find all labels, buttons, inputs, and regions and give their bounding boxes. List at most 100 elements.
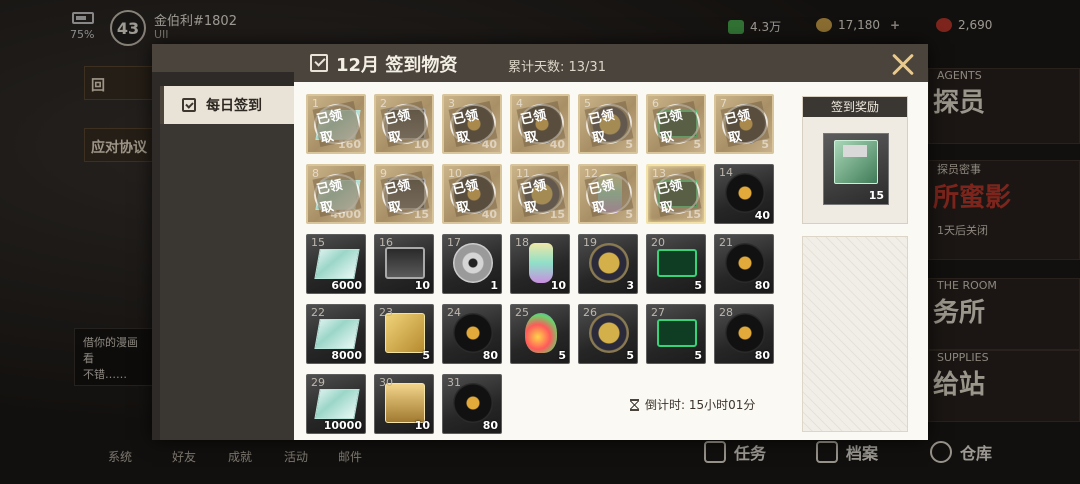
item-quantity: 10 [550,279,566,292]
day-number: 19 [583,236,597,249]
item-quantity: 80 [754,349,770,362]
day-cell[interactable]: 22 8000 [306,304,366,364]
item-quantity: 5 [693,138,701,151]
close-icon[interactable] [886,50,920,80]
item-quantity: 80 [482,349,498,362]
day-cell[interactable]: 4 40 已领取 [510,94,570,154]
reward-title: 签到奖励 [803,97,907,117]
day-cell[interactable]: 9 15 已领取 [374,164,434,224]
day-cell[interactable]: 18 10 [510,234,570,294]
day-number: 22 [311,306,325,319]
cash-icon [314,249,360,279]
day-cell[interactable]: 21 80 [714,234,774,294]
cd-icon [453,243,493,283]
cassette-icon [385,383,425,423]
day-cell[interactable]: 1 160 已领取 [306,94,366,154]
day-number: 27 [651,306,665,319]
item-quantity: 5 [558,349,566,362]
day-cell[interactable]: 12 5 已领取 [578,164,638,224]
day-number: 15 [311,236,325,249]
modal-title: 12月 签到物资 [336,55,458,76]
gold-box-icon [385,313,425,353]
day-cell[interactable]: 8 4000 已领取 [306,164,366,224]
record-icon [453,383,493,423]
item-quantity: 6000 [331,279,362,292]
potion-icon [525,313,557,353]
calendar-check-icon [182,98,196,112]
day-cell[interactable]: 24 80 [442,304,502,364]
day-cell[interactable]: 25 5 [510,304,570,364]
day-number: 21 [719,236,733,249]
sidebar-header [152,44,294,72]
sidebar-item-label: 每日签到 [206,98,262,114]
signin-reward-panel: 签到奖励 15 [802,96,908,224]
item-quantity: 5 [625,138,633,151]
countdown-text: 倒计时: 15小时01分 [645,398,756,412]
record-icon [725,313,765,353]
item-quantity: 1 [490,279,498,292]
record-icon [453,313,493,353]
modal-sidebar: 每日签到 [152,44,294,440]
badge-icon [589,313,629,353]
green-card-icon [657,249,697,277]
day-number: 25 [515,306,529,319]
day-cell[interactable]: 15 6000 [306,234,366,294]
item-quantity: 40 [754,209,770,222]
day-cell[interactable]: 7 5 已领取 [714,94,774,154]
day-cell[interactable]: 16 10 [374,234,434,294]
day-number: 26 [583,306,597,319]
day-cell[interactable]: 10 40 已领取 [442,164,502,224]
day-number: 23 [379,306,393,319]
sidebar-item-daily-signin[interactable]: 每日签到 [160,86,294,124]
badge-icon [589,243,629,283]
green-card-icon [657,319,697,347]
day-cell[interactable]: 30 10 [374,374,434,434]
day-cell[interactable]: 3 40 已领取 [442,94,502,154]
tape-icon [385,247,425,279]
day-cell[interactable]: 29 10000 [306,374,366,434]
day-number: 16 [379,236,393,249]
reward-qty: 15 [868,189,884,202]
countdown: 倒计时: 15小时01分 [630,396,755,413]
item-quantity: 3 [626,279,634,292]
day-cell[interactable]: 17 1 [442,234,502,294]
item-quantity: 5 [694,279,702,292]
reward-decoration [802,236,908,432]
item-quantity: 5 [626,349,634,362]
day-cell[interactable]: 26 5 [578,304,638,364]
signin-modal: 每日签到 12月 签到物资 累计天数: 13/31 1 160 已领取 2 10 已领取 3… [152,44,928,440]
bottle-icon [529,243,553,283]
day-cell[interactable]: 2 10 已领取 [374,94,434,154]
day-cell[interactable]: 31 80 [442,374,502,434]
floppy-disk-icon [834,140,878,184]
day-cell[interactable]: 13 15 已领取 [646,164,706,224]
item-quantity: 10 [414,419,430,432]
day-cell[interactable]: 14 40 [714,164,774,224]
day-number: 28 [719,306,733,319]
day-number: 17 [447,236,461,249]
day-number: 29 [311,376,325,389]
item-quantity: 10 [414,279,430,292]
day-cell[interactable]: 23 5 [374,304,434,364]
item-quantity: 8000 [331,349,362,362]
record-icon [725,243,765,283]
hourglass-icon [630,398,639,411]
day-cell[interactable]: 27 5 [646,304,706,364]
item-quantity: 5 [761,138,769,151]
item-quantity: 5 [625,208,633,221]
day-cell[interactable]: 28 80 [714,304,774,364]
item-quantity: 80 [482,419,498,432]
day-cell[interactable]: 5 5 已领取 [578,94,638,154]
day-cell[interactable]: 11 15 已领取 [510,164,570,224]
day-number: 30 [379,376,393,389]
day-cell[interactable]: 6 5 已领取 [646,94,706,154]
day-cell[interactable]: 20 5 [646,234,706,294]
day-number: 18 [515,236,529,249]
day-number: 14 [719,166,733,179]
day-cell[interactable]: 19 3 [578,234,638,294]
record-icon [725,173,765,213]
day-number: 31 [447,376,461,389]
item-quantity: 5 [422,349,430,362]
reward-item[interactable]: 15 [823,133,889,205]
cash-icon [314,319,360,349]
